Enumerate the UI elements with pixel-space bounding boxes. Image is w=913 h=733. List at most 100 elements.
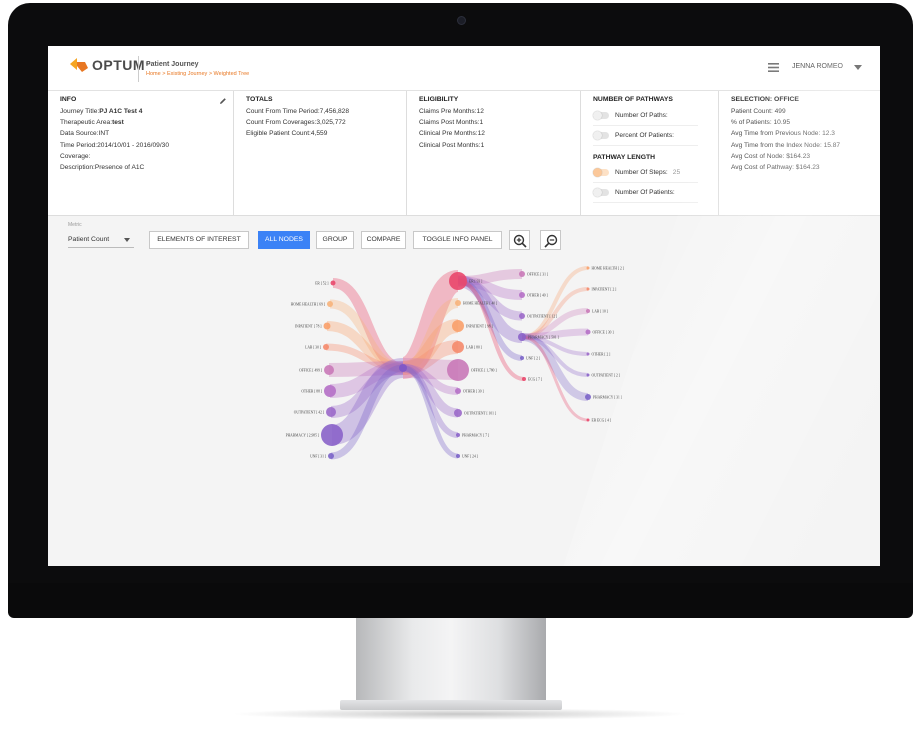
far-node[interactable] — [586, 418, 590, 422]
edit-pencil-icon[interactable] — [219, 97, 227, 105]
monitor-stand — [356, 618, 546, 706]
right-node[interactable] — [519, 313, 525, 319]
far-node[interactable] — [586, 309, 590, 313]
left-node-label: OTHER [ 88 ] — [301, 389, 322, 393]
totals-line: Count From Time Period:7,456,828 — [246, 108, 349, 115]
webcam-icon — [457, 16, 466, 25]
far-node-label: OUTPATIENT [ 2 ] — [592, 373, 620, 377]
middle-node[interactable] — [456, 433, 460, 437]
middle-node-label: PHARMACY [ 7 ] — [462, 433, 489, 437]
right-node-label: PHARMACY [ 501 ] — [528, 335, 559, 339]
far-node[interactable] — [586, 287, 590, 291]
number-of-patients-label: Number Of Patients: — [615, 189, 675, 197]
far-node[interactable] — [586, 266, 590, 270]
all-nodes-button[interactable]: ALL NODES — [258, 231, 310, 249]
number-of-steps-value[interactable]: 25 — [673, 167, 680, 178]
breadcrumb[interactable]: Home > Existing Journey > Weighted Tree — [146, 71, 249, 77]
middle-node-label: INPATIENT [ 98 ] — [466, 324, 493, 328]
far-node-label: ER ECG [ 4 ] — [592, 418, 612, 422]
left-node[interactable] — [323, 344, 329, 350]
app-screen: OPTUM ™ Patient Journey Home > Existing J… — [48, 46, 880, 566]
percent-of-patients-label: Percent Of Patients: — [615, 131, 675, 139]
percent-of-patients-row[interactable]: Percent Of Patients: — [593, 126, 698, 146]
header-divider — [138, 56, 139, 82]
zoom-in-button[interactable] — [509, 230, 530, 250]
right-node[interactable] — [522, 377, 526, 381]
eligibility-line: Clinical Post Months:1 — [419, 141, 485, 149]
left-node[interactable] — [328, 453, 334, 459]
right-node[interactable] — [519, 271, 525, 277]
far-node-label: OFFICE [ 30 ] — [593, 330, 614, 334]
weighted-tree-chart[interactable]: ER [ 52 ] HOME HEALTH [ 69 ] INPATIENT [ 7… — [48, 258, 880, 498]
selection-panel: SELECTION: OFFICE Patient Count: 499 % o… — [719, 91, 880, 216]
time-period: Time Period:2014/10/01 - 2016/09/30 — [60, 141, 169, 149]
therapeutic-area: Therapeutic Area:test — [60, 119, 124, 127]
left-node-label: HOME HEALTH [ 69 ] — [291, 302, 325, 306]
middle-node[interactable] — [452, 341, 464, 353]
middle-node[interactable] — [456, 454, 460, 458]
monitor-chin — [8, 583, 913, 618]
user-menu-caret-icon[interactable] — [854, 65, 862, 70]
right-node-label: UNF [ 2 ] — [526, 356, 540, 360]
right-node[interactable] — [519, 292, 525, 298]
hamburger-menu-icon[interactable] — [768, 63, 779, 72]
right-node-label: OFFICE [ 31 ] — [527, 272, 548, 276]
journey-title: Journey Title:PJ A1C Test 4 — [60, 108, 143, 115]
totals-panel: TOTALS Count From Time Period:7,456,828 … — [234, 91, 407, 216]
right-node[interactable] — [518, 333, 526, 341]
far-node[interactable] — [585, 394, 591, 400]
elements-of-interest-button[interactable]: ELEMENTS OF INTEREST — [149, 231, 249, 249]
far-node[interactable] — [586, 352, 590, 356]
selection-line: Avg Cost of Pathway: $164.23 — [731, 164, 820, 172]
left-node[interactable] — [326, 407, 336, 417]
totals-title: TOTALS — [246, 96, 273, 103]
metric-select[interactable]: Patient Count — [68, 232, 134, 248]
totals-line: Count From Coverages:3,025,772 — [246, 119, 346, 127]
toggle-info-panel-button[interactable]: TOGGLE INFO PANEL — [413, 231, 502, 249]
far-node-label: PHARMACY [ 31 ] — [593, 395, 622, 399]
number-of-paths-toggle[interactable] — [593, 111, 609, 120]
middle-node[interactable] — [447, 359, 469, 381]
right-node-label: OUTPATIENT [ 12 ] — [527, 314, 557, 318]
top-bar: OPTUM ™ Patient Journey Home > Existing J… — [48, 46, 880, 91]
far-node[interactable] — [585, 329, 591, 335]
left-node[interactable] — [330, 280, 336, 286]
right-node[interactable] — [520, 356, 524, 360]
info-panels: INFO Journey Title:PJ A1C Test 4 Therape… — [48, 91, 880, 216]
left-node[interactable] — [324, 385, 336, 397]
middle-node[interactable] — [449, 272, 467, 290]
far-node[interactable] — [586, 373, 590, 377]
number-of-paths-row[interactable]: Number Of Paths: — [593, 106, 698, 126]
monitor-stand-base — [340, 700, 562, 710]
left-node[interactable] — [321, 424, 343, 446]
compare-button[interactable]: COMPARE — [361, 231, 406, 249]
left-node[interactable] — [327, 301, 333, 307]
middle-node[interactable] — [455, 300, 461, 306]
middle-node[interactable] — [452, 320, 464, 332]
selection-line: Patient Count: 499 — [731, 108, 786, 115]
left-node-label: INPATIENT [ 78 ] — [295, 324, 322, 328]
left-node[interactable] — [324, 365, 334, 375]
number-of-patients-toggle[interactable] — [593, 188, 609, 198]
eligibility-title: ELIGIBILITY — [419, 96, 459, 103]
middle-node-label: OUTPATIENT [ 101 ] — [464, 411, 496, 415]
middle-node-label: UNF [ 24 ] — [462, 454, 478, 458]
number-of-steps-toggle[interactable] — [593, 168, 609, 178]
number-of-steps-row[interactable]: Number Of Steps: 25 — [593, 163, 698, 184]
zoom-out-button[interactable] — [540, 230, 561, 250]
optum-logo-mark-icon — [70, 58, 88, 72]
hub-node[interactable] — [399, 364, 407, 372]
user-name[interactable]: JENNA ROMEO — [792, 63, 843, 70]
middle-node[interactable] — [454, 409, 462, 417]
coverage: Coverage: — [60, 152, 91, 160]
left-node-label: LAB [ 30 ] — [305, 345, 321, 349]
percent-of-patients-toggle[interactable] — [593, 131, 609, 140]
chevron-down-icon — [124, 238, 130, 242]
middle-node-label: LAB [ 80 ] — [466, 345, 482, 349]
number-of-patients-row[interactable]: Number Of Patients: — [593, 183, 698, 204]
group-button[interactable]: GROUP — [316, 231, 354, 249]
selection-line: Avg Time from Previous Node: 12.3 — [731, 130, 835, 138]
selection-line: Avg Time from the Index Node: 15.87 — [731, 141, 841, 149]
left-node[interactable] — [323, 322, 331, 330]
middle-node[interactable] — [455, 388, 461, 394]
